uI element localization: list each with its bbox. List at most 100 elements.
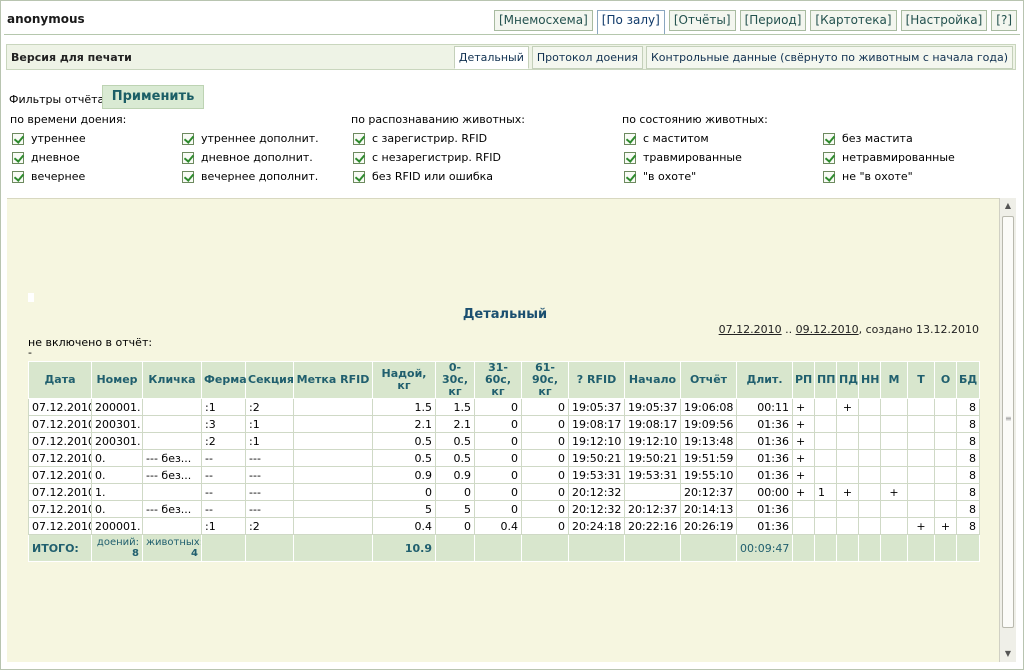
filter-option[interactable]: с зарегистрир. RFID <box>353 132 487 145</box>
column-header[interactable]: БД <box>956 361 980 399</box>
vertical-scrollbar[interactable]: ▲ ≡ ▼ <box>999 198 1016 662</box>
totals-empty <box>293 534 373 562</box>
checkbox-checked-icon[interactable] <box>182 151 194 164</box>
table-cell: + <box>792 449 815 467</box>
table-cell <box>142 517 202 535</box>
filter-option[interactable]: без мастита <box>823 132 913 145</box>
nav-tab-4[interactable]: [Картотека] <box>810 10 897 31</box>
table-row[interactable]: 07.12.2010 200001.:1:2 0.4 0 0.4 0 20:24:18 20:… <box>28 517 980 535</box>
totals-animals: животных: 4 <box>142 534 202 562</box>
table-cell: :2 <box>245 517 294 535</box>
column-header[interactable]: ПП <box>814 361 837 399</box>
table-row[interactable]: 07.12.2010 200301.:2:1 0.5 0.5 0 0 19:12:10 19:… <box>28 432 980 450</box>
table-cell: 07.12.2010 <box>28 483 92 501</box>
report-tab-0[interactable]: Детальный <box>453 46 529 69</box>
checkbox-checked-icon[interactable] <box>624 151 636 164</box>
print-version-link[interactable]: Версия для печати <box>11 51 132 64</box>
table-cell <box>836 432 859 450</box>
date-to-link[interactable]: 09.12.2010 <box>796 323 859 336</box>
column-header[interactable]: 0-30с, кг <box>435 361 475 399</box>
nav-tab-5[interactable]: [Настройка] <box>900 10 988 31</box>
column-header[interactable]: РП <box>792 361 815 399</box>
filter-option[interactable]: утреннее <box>12 132 86 145</box>
checkbox-checked-icon[interactable] <box>823 170 835 183</box>
table-cell: 00:00 <box>736 483 793 501</box>
nav-tab-2[interactable]: [Отчёты] <box>668 10 736 31</box>
checkbox-checked-icon[interactable] <box>182 132 194 145</box>
report-tab-1[interactable]: Протокол доения <box>531 46 643 69</box>
checkbox-checked-icon[interactable] <box>823 132 835 145</box>
checkbox-checked-icon[interactable] <box>12 132 24 145</box>
filter-option[interactable]: вечернее <box>12 170 85 183</box>
table-cell <box>792 500 815 518</box>
checkbox-checked-icon[interactable] <box>624 132 636 145</box>
checkbox-checked-icon[interactable] <box>353 132 365 145</box>
column-header[interactable]: Длит. <box>736 361 793 399</box>
filter-option[interactable]: без RFID или ошибка <box>353 170 493 183</box>
checkbox-checked-icon[interactable] <box>182 170 194 183</box>
table-cell: 19:08:17 <box>568 415 625 433</box>
column-header[interactable]: НН <box>858 361 881 399</box>
filter-option[interactable]: нетравмированные <box>823 151 955 164</box>
checkbox-checked-icon[interactable] <box>823 151 835 164</box>
table-row[interactable]: 07.12.2010 200301.:3:1 2.1 2.1 0 0 19:08:17 19:… <box>28 415 980 433</box>
report-tab-2[interactable]: Контрольные данные (свёрнуто по животным… <box>646 46 1013 69</box>
nav-tab-6[interactable]: [?] <box>991 10 1017 31</box>
column-header[interactable]: 61-90с, кг <box>521 361 569 399</box>
filter-option[interactable]: "в охоте" <box>624 170 696 183</box>
filter-option[interactable]: вечернее дополнит. <box>182 170 318 183</box>
column-header[interactable]: ПД <box>836 361 859 399</box>
report-tabs: Детальный Протокол доения Контрольные данн… <box>453 46 1013 69</box>
table-cell <box>934 432 957 450</box>
table-row[interactable]: 07.12.2010 0. --- без... -- --- 0.5 0.5 0 0 19:50… <box>28 449 980 467</box>
nav-tab-0[interactable]: [Мнемосхема] <box>493 10 593 31</box>
column-header[interactable]: М <box>880 361 908 399</box>
table-row[interactable]: 07.12.2010 200001.:1:2 1.5 1.5 0 0 19:05:37 19:… <box>28 398 980 416</box>
filter-option[interactable]: дневное <box>12 151 80 164</box>
nav-tab-3[interactable]: [Период] <box>739 10 807 31</box>
filter-group-title-1: по распознаванию животных: <box>351 113 525 126</box>
filter-option[interactable]: утреннее дополнит. <box>182 132 319 145</box>
checkbox-checked-icon[interactable] <box>353 151 365 164</box>
totals-label: ИТОГО: <box>28 534 92 562</box>
checkbox-checked-icon[interactable] <box>12 151 24 164</box>
filter-option[interactable]: травмированные <box>624 151 742 164</box>
table-cell <box>836 415 859 433</box>
apply-button[interactable]: Применить <box>102 85 204 109</box>
column-header[interactable]: Отчёт <box>680 361 737 399</box>
column-header[interactable]: Дата <box>28 361 92 399</box>
scroll-thumb[interactable]: ≡ <box>1002 216 1014 628</box>
table-cell: 20:24:18 <box>568 517 625 535</box>
column-header[interactable]: Надой, кг <box>372 361 436 399</box>
table-row[interactable]: 07.12.2010 0. --- без... -- --- 5 5 0 0 20:12:32 2… <box>28 500 980 518</box>
column-header[interactable]: ? RFID <box>568 361 625 399</box>
column-header[interactable]: Номер <box>91 361 143 399</box>
column-header[interactable]: Начало <box>624 361 681 399</box>
column-header[interactable]: Кличка <box>142 361 202 399</box>
table-cell: 8 <box>956 500 980 518</box>
column-header[interactable]: Метка RFID <box>293 361 373 399</box>
table-cell <box>934 500 957 518</box>
checkbox-checked-icon[interactable] <box>12 170 24 183</box>
column-header[interactable]: О <box>934 361 957 399</box>
filter-option[interactable]: не "в охоте" <box>823 170 913 183</box>
scroll-up-arrow-icon[interactable]: ▲ <box>1000 198 1016 214</box>
checkbox-checked-icon[interactable] <box>353 170 365 183</box>
filter-option[interactable]: с маститом <box>624 132 709 145</box>
filter-option[interactable]: дневное дополнит. <box>182 151 313 164</box>
column-header[interactable]: Ферма <box>201 361 247 399</box>
column-header[interactable]: Секция <box>245 361 294 399</box>
checkbox-checked-icon[interactable] <box>624 170 636 183</box>
nav-tab-1[interactable]: [По залу] <box>596 10 665 35</box>
scroll-down-arrow-icon[interactable]: ▼ <box>1000 646 1016 662</box>
totals-duration: 00:09:47 <box>736 534 793 562</box>
table-row[interactable]: 07.12.2010 1. -- --- 0 0 0 0 20:12:32 20:12:37 00:… <box>28 483 980 501</box>
date-from-link[interactable]: 07.12.2010 <box>719 323 782 336</box>
table-row[interactable]: 07.12.2010 0. --- без... -- --- 0.9 0.9 0 0 19:53… <box>28 466 980 484</box>
column-header[interactable]: Т <box>907 361 935 399</box>
column-header[interactable]: 31-60с, кг <box>474 361 522 399</box>
animals-label: животных: <box>146 537 202 548</box>
filter-option[interactable]: с незарегистрир. RFID <box>353 151 501 164</box>
table-cell: 5 <box>372 500 436 518</box>
table-cell <box>907 398 935 416</box>
